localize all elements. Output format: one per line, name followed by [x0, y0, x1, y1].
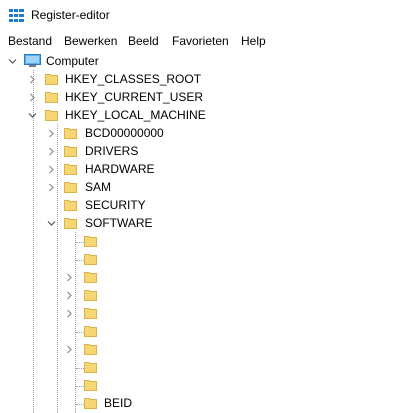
tree-node-software-child[interactable]	[0, 286, 420, 304]
tree-node-hkey-local-machine[interactable]: HKEY_LOCAL_MACHINE	[0, 106, 420, 124]
tree-label: HKEY_CLASSES_ROOT	[65, 72, 202, 86]
tree-node-software-child[interactable]	[0, 358, 420, 376]
tree-node-software-child[interactable]	[0, 322, 420, 340]
computer-icon	[24, 54, 41, 67]
tree-label: SOFTWARE	[85, 216, 153, 230]
tree-label: SAM	[85, 180, 112, 194]
folder-icon	[84, 380, 97, 391]
tree-node-drivers[interactable]: DRIVERS	[0, 142, 420, 160]
tree-label: Computer	[46, 54, 99, 68]
tree-node-bcd00000000[interactable]: BCD00000000	[0, 124, 420, 142]
tree-node-software-child[interactable]	[0, 340, 420, 358]
chevron-right-icon[interactable]	[28, 75, 37, 84]
menu-favorieten[interactable]: Favorieten	[172, 34, 229, 48]
tree-label: HKEY_LOCAL_MACHINE	[65, 108, 206, 122]
tree-node-software[interactable]: SOFTWARE	[0, 214, 420, 232]
window-title: Register-editor	[31, 8, 110, 22]
tree-label: BCD00000000	[85, 126, 164, 140]
registry-editor-icon	[9, 9, 24, 22]
chevron-right-icon[interactable]	[65, 309, 74, 318]
folder-icon	[45, 74, 58, 85]
folder-icon	[84, 344, 97, 355]
tree-node-hkey-classes-root[interactable]: HKEY_CLASSES_ROOT	[0, 70, 420, 88]
menu-bewerken[interactable]: Bewerken	[64, 34, 117, 48]
chevron-down-icon[interactable]	[28, 111, 37, 120]
folder-icon	[64, 164, 77, 175]
tree-label: BEID	[104, 396, 133, 410]
tree-node-beid[interactable]: BEID	[0, 394, 420, 412]
tree-label: SECURITY	[85, 198, 146, 212]
tree-label: HARDWARE	[85, 162, 155, 176]
chevron-right-icon[interactable]	[65, 345, 74, 354]
folder-icon	[64, 182, 77, 193]
chevron-down-icon[interactable]	[47, 219, 56, 228]
folder-icon	[64, 200, 77, 211]
tree-node-hkey-current-user[interactable]: HKEY_CURRENT_USER	[0, 88, 420, 106]
chevron-down-icon[interactable]	[8, 57, 17, 66]
folder-icon	[64, 128, 77, 139]
folder-open-icon	[64, 218, 77, 229]
menu-beeld[interactable]: Beeld	[128, 34, 159, 48]
folder-icon	[45, 92, 58, 103]
tree-node-software-child[interactable]	[0, 250, 420, 268]
folder-icon	[84, 308, 97, 319]
tree-label: HKEY_CURRENT_USER	[65, 90, 204, 104]
folder-icon	[84, 290, 97, 301]
chevron-right-icon[interactable]	[47, 129, 56, 138]
title-bar: Register-editor	[0, 0, 420, 31]
tree-node-software-child[interactable]	[0, 268, 420, 286]
folder-icon	[64, 146, 77, 157]
folder-icon	[84, 254, 97, 265]
folder-icon	[84, 272, 97, 283]
chevron-right-icon[interactable]	[65, 273, 74, 282]
menu-bar: Bestand Bewerken Beeld Favorieten Help	[0, 31, 420, 51]
tree-node-security[interactable]: SECURITY	[0, 196, 420, 214]
tree-node-computer[interactable]: Computer	[0, 52, 420, 70]
chevron-right-icon[interactable]	[65, 291, 74, 300]
registry-tree[interactable]: Computer HKEY_CLASSES_ROOT HKEY_CURRENT_…	[0, 51, 420, 413]
tree-node-sam[interactable]: SAM	[0, 178, 420, 196]
folder-icon	[84, 362, 97, 373]
menu-bestand[interactable]: Bestand	[8, 34, 52, 48]
chevron-right-icon[interactable]	[47, 165, 56, 174]
tree-label: DRIVERS	[85, 144, 139, 158]
chevron-right-icon[interactable]	[28, 93, 37, 102]
folder-icon	[84, 326, 97, 337]
tree-node-software-child[interactable]	[0, 232, 420, 250]
menu-help[interactable]: Help	[241, 34, 266, 48]
chevron-right-icon[interactable]	[47, 147, 56, 156]
tree-node-hardware[interactable]: HARDWARE	[0, 160, 420, 178]
tree-node-software-child[interactable]	[0, 376, 420, 394]
tree-node-software-child[interactable]	[0, 304, 420, 322]
folder-icon	[84, 398, 97, 409]
chevron-right-icon[interactable]	[47, 183, 56, 192]
folder-icon	[84, 236, 97, 247]
folder-open-icon	[45, 110, 58, 121]
